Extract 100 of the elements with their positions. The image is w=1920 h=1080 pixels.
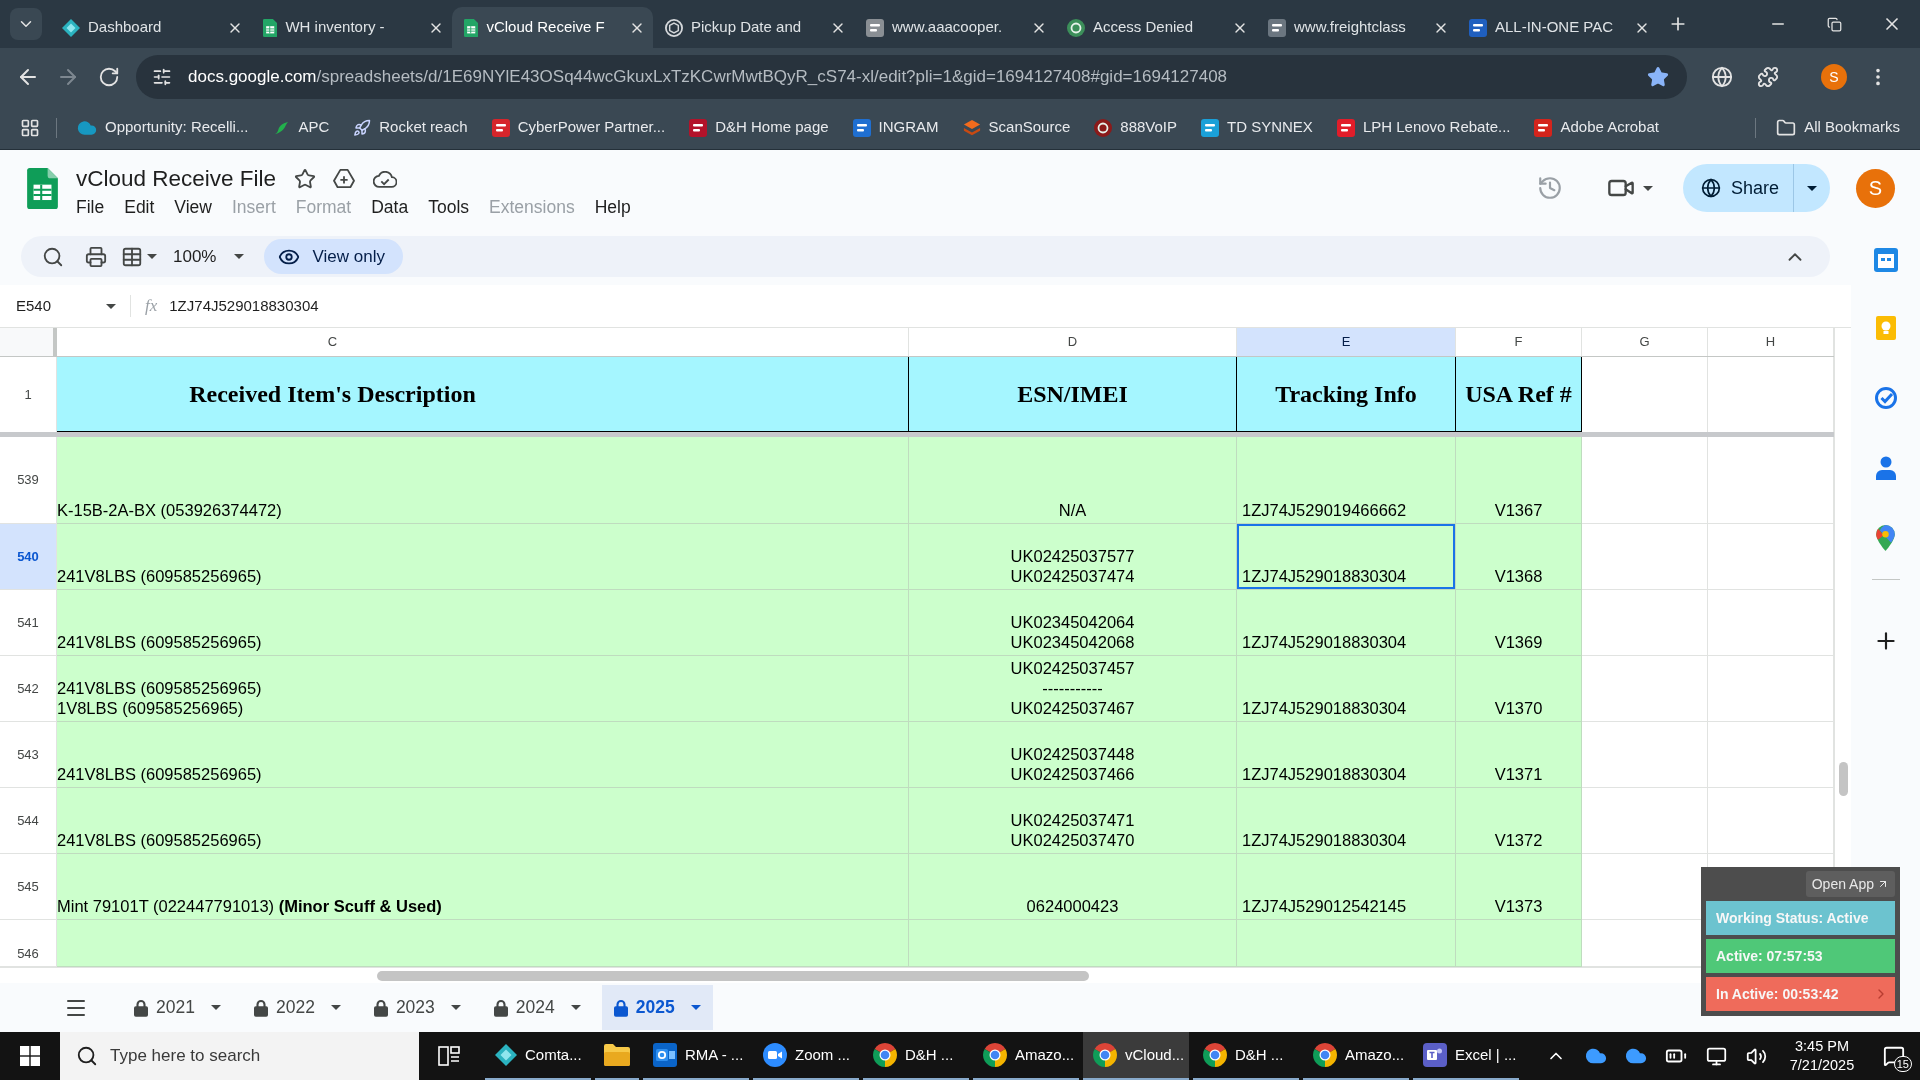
taskbar-app[interactable]: vCloud... [1083,1032,1189,1080]
row-number[interactable]: 545 [0,854,57,920]
sheet-tab[interactable]: 2023 [361,985,473,1030]
menu-item[interactable]: Tools [418,194,480,221]
taskbar-app[interactable]: Amazo... [1303,1032,1409,1080]
horizontal-scrollbar[interactable] [377,970,1089,981]
table-cell: 1ZJ74J529019466662 [1237,437,1456,524]
tab-search-button[interactable] [10,8,42,40]
browser-tab[interactable]: Pickup Date and [653,7,854,48]
status-text: In Active: 00:53:42 [1716,984,1839,1004]
map-pin-icon[interactable] [1876,525,1895,551]
bookmark[interactable]: APC [266,111,336,144]
sheet-tab[interactable]: 2022 [241,985,353,1030]
person-icon[interactable] [1875,456,1896,480]
menu-item[interactable]: View [164,194,222,221]
taskbar-app[interactable]: D&H ... [1193,1032,1299,1080]
globe-icon[interactable] [1711,66,1733,88]
taskbar-app[interactable]: RMA - ... [643,1032,749,1080]
ring-tile-icon [653,1043,677,1067]
row-number[interactable]: 546 [0,920,57,967]
spreadsheet-logo-icon[interactable] [27,168,58,209]
bookmark[interactable]: D&H Home page [683,111,835,144]
name-box[interactable]: E540 [0,290,130,322]
all-bookmarks[interactable]: All Bookmarks [1770,111,1906,144]
extensions-icon[interactable] [1757,66,1779,88]
history-icon[interactable] [1536,175,1563,201]
row-number[interactable]: 544 [0,788,57,854]
menu-item[interactable]: Edit [114,194,165,221]
bookmark[interactable]: ScanSource [956,111,1077,144]
restore-icon[interactable] [1827,16,1842,32]
vertical-scrollbar[interactable] [1838,762,1848,796]
row-number[interactable]: 541 [0,590,57,656]
browser-tab[interactable]: www.freightclass [1256,7,1457,48]
cloud-check-icon[interactable] [373,170,398,188]
square-logo-icon [689,118,708,137]
bookmark[interactable]: CyberPower Partner... [485,111,672,144]
zoom-select[interactable]: 100% [169,240,249,273]
task-view-icon[interactable] [438,1046,460,1066]
star-icon[interactable] [294,168,317,190]
formula-field[interactable]: 1ZJ74J529018830304 [169,290,1851,322]
row-number[interactable]: 540 [0,524,57,590]
caret-icon[interactable] [570,1005,581,1010]
bookmark[interactable]: LPH Lenovo Rebate... [1330,111,1517,144]
row-number[interactable]: 542 [0,656,57,722]
start-menu-icon[interactable] [20,1046,40,1066]
browser-tab[interactable]: WH inventory - [251,7,452,48]
taskbar-app[interactable]: Amazo... [973,1032,1079,1080]
calendar-icon[interactable] [1873,248,1898,272]
view-only-button[interactable]: View only [264,239,403,274]
document-title[interactable]: vCloud Receive File [76,162,277,196]
sheet-tab[interactable]: 2024 [481,985,593,1030]
browser-tab[interactable]: Dashboard [50,7,251,48]
reload-icon[interactable] [98,66,120,88]
bookmark[interactable]: Opportunity: Recelli... [71,111,255,144]
browser-tab[interactable]: vCloud Receive F [452,7,653,48]
bookmark[interactable]: INGRAM [846,111,945,144]
bookmark-star-icon[interactable] [1647,66,1669,88]
bookmark[interactable]: TD SYNNEX [1195,111,1319,144]
browser-tab[interactable]: Access Denied [1055,7,1256,48]
square-logo-icon [491,118,510,137]
apps-icon[interactable] [20,117,40,138]
column-header[interactable]: E [1237,328,1456,356]
table-cell: Mint 79101T (022447791013) (Minor Scuff & Used) [57,854,909,920]
taskbar-app[interactable]: Excel | ... [1413,1032,1519,1080]
search-icon[interactable] [42,245,64,268]
caret-icon[interactable] [1642,185,1653,191]
site-info-icon[interactable] [152,67,172,87]
bookmark[interactable]: Rocket reach [347,111,474,144]
monitor-icon[interactable] [1705,1045,1727,1067]
hexagon-plus-icon[interactable] [333,169,356,189]
bookmark[interactable]: Adobe Acrobat [1528,111,1665,144]
caret-icon[interactable] [210,1005,221,1010]
caret-icon[interactable] [330,1005,341,1010]
browser-tab[interactable]: ALL-IN-ONE PAC [1457,7,1658,48]
sheet-tab[interactable]: 2021 [122,985,233,1030]
check-circle-icon[interactable] [1873,386,1898,410]
print-icon[interactable] [85,245,107,268]
address-bar[interactable]: docs.google.com/spreadsheets/d/1E69NYlE43OSq44wcGkuxLxTzKCwrMwtBQyR_cS74-xl/edit?pli=1&gid=1694127408#gid=1694127408 [136,55,1687,99]
table-cell: V1369 [1456,590,1582,656]
row-number[interactable]: 543 [0,722,57,788]
caret-icon[interactable] [450,1005,461,1010]
notification-button[interactable]: 15 [1868,1032,1920,1080]
menu-item[interactable]: Data [361,194,419,221]
sheet-tab[interactable]: 2025 [601,985,713,1030]
menu-item[interactable]: Help [584,194,641,221]
menu-item[interactable]: File [66,194,115,221]
caret-icon[interactable] [690,1005,701,1010]
taskbar-app[interactable]: D&H ... [863,1032,969,1080]
search-field[interactable]: Type here to search [60,1032,419,1080]
row-number[interactable]: 539 [0,437,57,524]
clock-button[interactable]: 3:45 PM 7/21/2025 [1776,1032,1868,1080]
browser-tab[interactable]: www.aaacooper. [854,7,1055,48]
taskbar-app[interactable]: Zoom ... [753,1032,859,1080]
caret-icon[interactable] [147,254,157,259]
table-cell: 1ZJ74J529018830304 [1237,656,1456,722]
taskbar-app[interactable]: Comta... [485,1032,591,1080]
table-icon[interactable] [121,245,143,268]
open-app-link[interactable]: Open App [1805,871,1895,897]
share-button[interactable]: Share [1682,164,1793,212]
bookmark[interactable]: 888VoIP [1088,111,1183,144]
